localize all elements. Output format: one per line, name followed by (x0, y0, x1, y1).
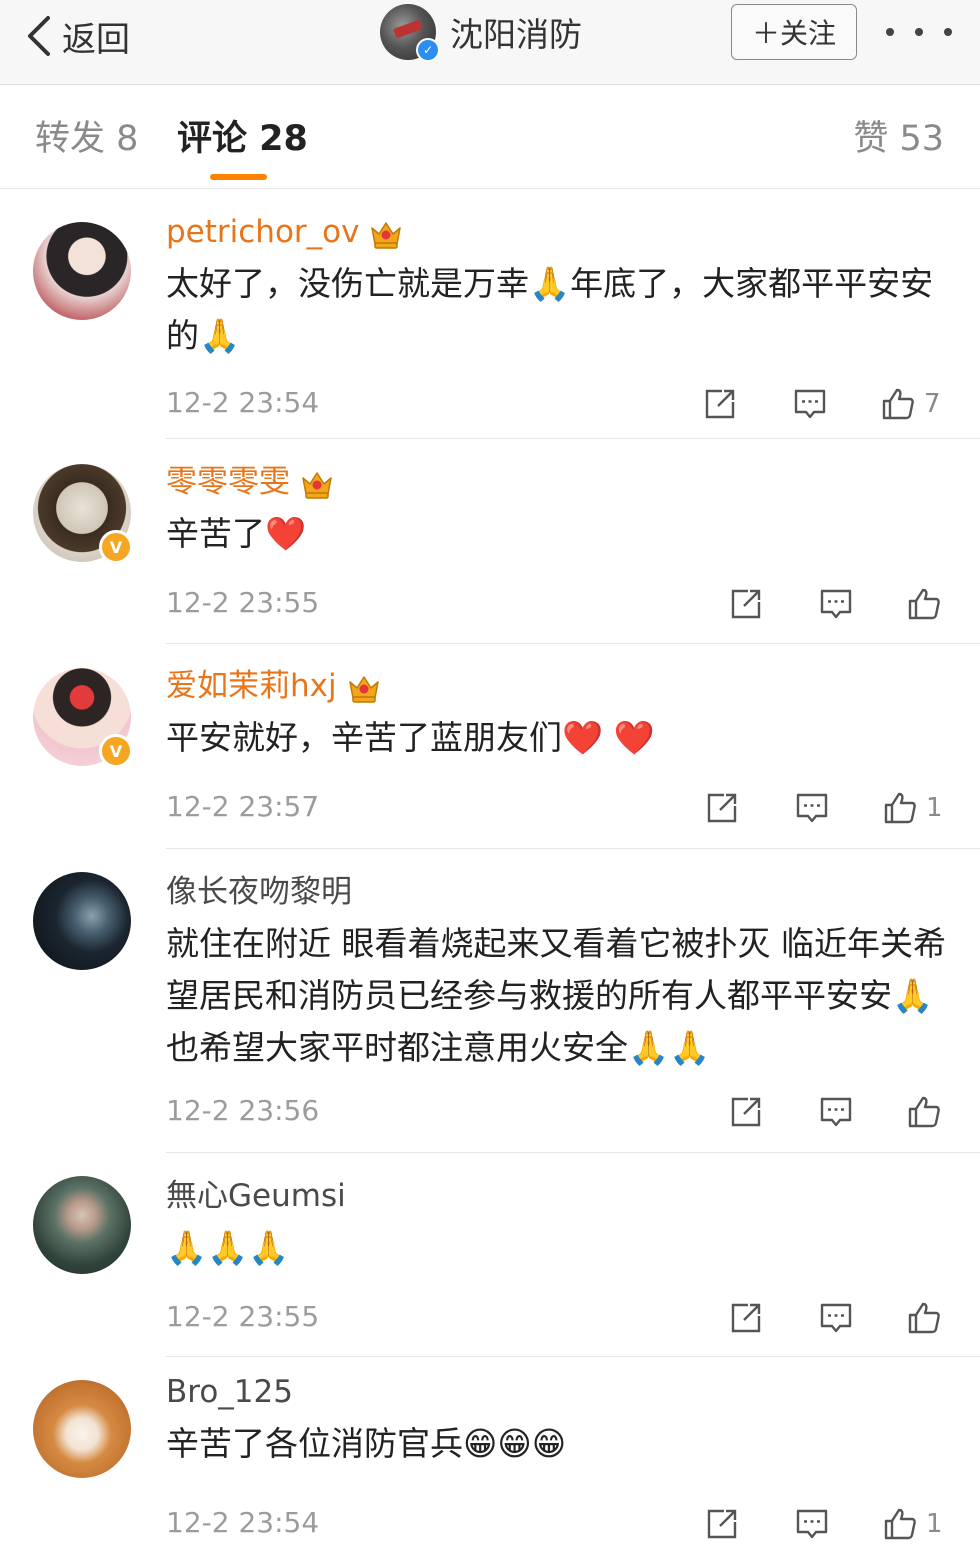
reply-button[interactable] (794, 1502, 830, 1546)
verified-badge-icon: V (99, 530, 133, 564)
forward-button[interactable] (704, 1502, 740, 1546)
chevron-left-icon (28, 16, 50, 56)
forward-button[interactable] (728, 1296, 764, 1340)
reply-button[interactable] (818, 582, 854, 626)
comment-text: 太好了，没伤亡就是万幸🙏年底了，大家都平平安安的🙏 (166, 264, 934, 355)
comment-text: 就住在附近 眼看着烧起来又看着它被扑灭 临近年关希望居民和消防员已经参与救援的所… (166, 924, 946, 1067)
forward-button[interactable] (728, 582, 764, 626)
comment-text: 平安就好，辛苦了蓝朋友们❤️ ❤️ (166, 718, 655, 757)
forward-button[interactable] (702, 382, 738, 426)
comment-username[interactable]: 無心Geumsi (166, 1174, 950, 1218)
username-text[interactable]: 像长夜吻黎明 (166, 870, 352, 914)
tab-bar: 转发 8 评论 28 赞 53 (0, 86, 980, 189)
thumbs-up-icon (882, 790, 918, 826)
like-button[interactable]: 1 (882, 786, 943, 830)
reply-button[interactable] (818, 1090, 854, 1134)
dot (944, 28, 952, 36)
share-icon (728, 586, 764, 622)
comment-icon (794, 1506, 830, 1542)
account-name[interactable]: 沈阳消防 (450, 8, 582, 56)
comment-text: 辛苦了❤️ (166, 514, 307, 553)
tab-forward[interactable]: 转发 8 (35, 110, 138, 161)
account-header[interactable]: ✓ 沈阳消防 (380, 4, 582, 62)
like-button[interactable] (906, 1296, 950, 1340)
like-count: 1 (926, 793, 943, 823)
forward-button[interactable] (704, 786, 740, 830)
like-count: 7 (924, 389, 941, 419)
thumbs-up-icon (906, 1300, 942, 1336)
share-icon (728, 1300, 764, 1336)
comment-time: 12-2 23:57 (166, 790, 320, 823)
avatar[interactable]: V (33, 464, 133, 564)
like-button[interactable] (906, 1090, 950, 1134)
comment-icon (794, 790, 830, 826)
divider (166, 643, 980, 644)
username-text[interactable]: petrichor_ov (166, 210, 359, 254)
vip-crown-icon (347, 672, 377, 700)
comment-time: 12-2 23:54 (166, 1506, 320, 1539)
username-text[interactable]: 無心Geumsi (166, 1174, 346, 1218)
dot (886, 28, 894, 36)
comment-icon (818, 1094, 854, 1130)
comment-text: 🙏🙏🙏 (166, 1228, 290, 1267)
comment-icon (818, 586, 854, 622)
account-avatar[interactable]: ✓ (380, 4, 440, 62)
username-text[interactable]: 爱如茉莉hxj (166, 664, 337, 708)
divider (166, 1152, 980, 1153)
verified-badge-icon: V (99, 734, 133, 768)
forward-button[interactable] (728, 1090, 764, 1134)
comment-time: 12-2 23:55 (166, 1300, 320, 1333)
avatar[interactable] (33, 1380, 131, 1478)
back-label: 返回 (62, 19, 130, 60)
comment-time: 12-2 23:56 (166, 1094, 320, 1127)
like-button[interactable]: 7 (880, 382, 941, 426)
follow-button[interactable]: ＋关注 (731, 4, 857, 60)
comment-icon (792, 386, 828, 422)
dot (915, 28, 923, 36)
like-count: 1 (926, 1509, 943, 1539)
more-options-icon[interactable] (886, 14, 952, 50)
divider (166, 438, 980, 439)
divider (166, 848, 980, 849)
reply-button[interactable] (794, 786, 830, 830)
verified-badge-icon: ✓ (416, 38, 440, 62)
comment-time: 12-2 23:55 (166, 586, 320, 619)
avatar[interactable] (33, 872, 131, 970)
username-text[interactable]: Bro_125 (166, 1370, 293, 1414)
comment-username[interactable]: Bro_125 (166, 1370, 950, 1414)
like-button[interactable]: 1 (882, 1502, 943, 1546)
thumbs-up-icon (880, 386, 916, 422)
share-icon (704, 1506, 740, 1542)
reply-button[interactable] (792, 382, 828, 426)
comment-username[interactable]: 零零零雯 (166, 460, 950, 504)
top-navigation-bar: 返回 ✓ 沈阳消防 ＋关注 (0, 0, 980, 85)
like-button[interactable] (906, 582, 950, 626)
avatar[interactable] (33, 1176, 131, 1274)
username-text[interactable]: 零零零雯 (166, 460, 290, 504)
thumbs-up-icon (906, 1094, 942, 1130)
reply-button[interactable] (818, 1296, 854, 1340)
share-icon (702, 386, 738, 422)
avatar[interactable] (33, 222, 131, 320)
tab-comments[interactable]: 评论 28 (177, 110, 308, 161)
tab-likes[interactable]: 赞 53 (853, 110, 944, 161)
comment-icon (818, 1300, 854, 1336)
active-tab-indicator (210, 174, 267, 180)
thumbs-up-icon (882, 1506, 918, 1542)
avatar[interactable]: V (33, 668, 133, 768)
back-button[interactable]: 返回 (24, 8, 130, 64)
comment-username[interactable]: 爱如茉莉hxj (166, 664, 950, 708)
thumbs-up-icon (906, 586, 942, 622)
share-icon (728, 1094, 764, 1130)
divider (166, 1356, 980, 1357)
vip-crown-icon (300, 468, 330, 496)
comment-username[interactable]: 像长夜吻黎明 (166, 870, 950, 914)
vip-crown-icon (369, 218, 399, 246)
comment-text: 辛苦了各位消防官兵😁😁😁 (166, 1424, 567, 1463)
comment-time: 12-2 23:54 (166, 386, 320, 419)
comment-username[interactable]: petrichor_ov (166, 210, 950, 254)
share-icon (704, 790, 740, 826)
